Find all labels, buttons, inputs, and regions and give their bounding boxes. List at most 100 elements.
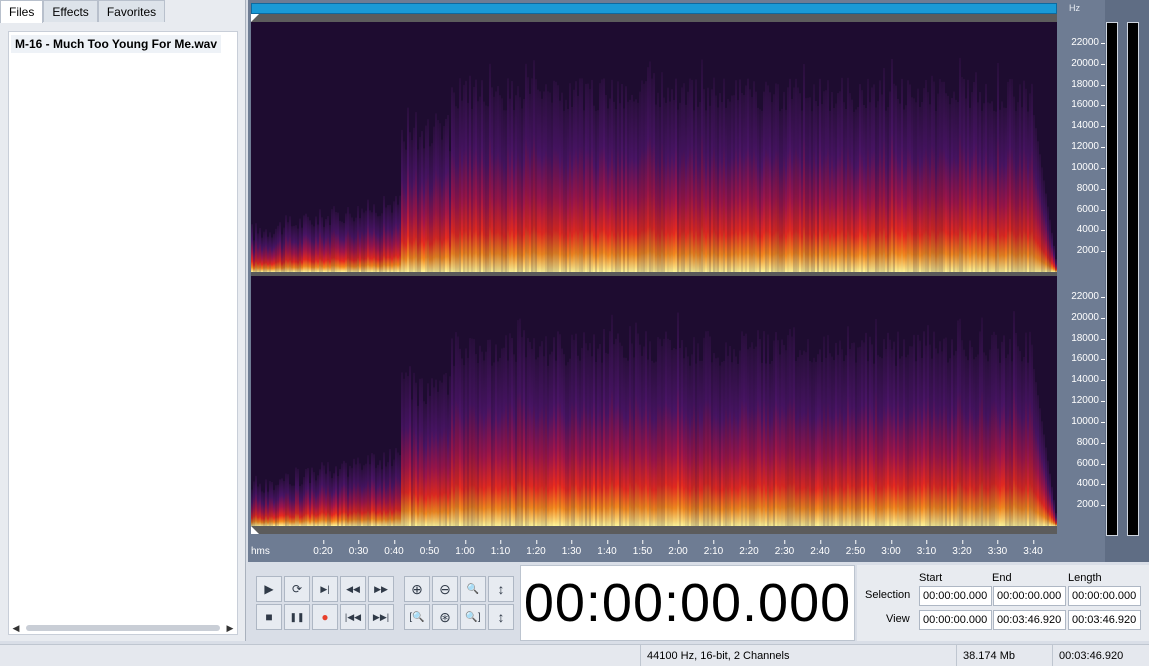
zoom-vertical-icon[interactable]: ↕ [488, 576, 514, 602]
level-meter-right [1127, 22, 1139, 536]
frequency-tick-label: 14000 [1071, 120, 1105, 132]
selection-view-panel: Start End Length Selection View 00:00:00… [857, 565, 1149, 641]
time-tick-label: 3:00 [881, 540, 901, 557]
tab-effects[interactable]: Effects [43, 0, 98, 22]
frequency-tick-label: 22000 [1071, 36, 1105, 48]
frequency-tick-label: 6000 [1076, 203, 1106, 215]
cursor-marker-top[interactable] [251, 14, 259, 22]
loop-button[interactable]: ⟳ [284, 576, 310, 602]
hz-unit-label: Hz [1069, 3, 1080, 13]
frequency-tick-label: 10000 [1071, 415, 1105, 427]
start-header: Start [919, 572, 943, 584]
level-meters [1105, 0, 1149, 562]
time-tick-label: 2:10 [703, 540, 724, 557]
record-button[interactable]: ● [312, 604, 338, 630]
status-size: 38.174 Mb [956, 645, 1048, 666]
overview-bar[interactable] [251, 3, 1057, 14]
zoom-in-icon[interactable]: ⊕ [404, 576, 430, 602]
time-tick-label: 3:20 [952, 540, 972, 557]
file-list-item[interactable]: M-16 - Much Too Young For Me.wav [11, 35, 222, 53]
tab-files[interactable]: Files [0, 0, 44, 23]
frequency-tick-label: 8000 [1076, 436, 1106, 448]
view-start-field[interactable]: 00:00:00.000 [919, 610, 992, 630]
time-tick-label: 3:40 [1023, 540, 1043, 557]
time-tick-label: 2:50 [845, 540, 866, 557]
time-tick-label: 0:50 [419, 540, 440, 557]
selection-label: Selection [865, 589, 911, 601]
play-to-end-button[interactable]: ▶| [312, 576, 338, 602]
frequency-tick-label: 4000 [1076, 224, 1106, 236]
rewind-button[interactable]: ◀◀ [340, 576, 366, 602]
frequency-tick-label: 2000 [1076, 499, 1106, 511]
level-meter-left [1106, 22, 1118, 536]
tab-favorites[interactable]: Favorites [97, 0, 166, 22]
frequency-tick-label: 20000 [1071, 311, 1105, 323]
frequency-tick-label: 16000 [1071, 99, 1105, 111]
scroll-left-icon[interactable]: ◀ [10, 623, 22, 634]
play-button[interactable]: ▶ [256, 576, 282, 602]
zoom-selection-left-icon[interactable]: [🔍 [404, 604, 430, 630]
fast-forward-button[interactable]: ▶▶ [368, 576, 394, 602]
time-tick-label: 1:00 [455, 540, 475, 557]
go-to-end-button[interactable]: ▶▶| [368, 604, 394, 630]
time-axis[interactable]: hms 0:20 0:30 0:40 0:50 1:00 1:10 1:20 1:30 1:40… [248, 540, 1105, 562]
time-tick-label: 1:20 [526, 540, 546, 557]
time-tick-label: 2:00 [668, 540, 688, 557]
horizontal-scrollbar[interactable]: ◀ ▶ [10, 621, 236, 635]
selection-length-field[interactable]: 00:00:00.000 [1068, 586, 1141, 606]
top-ruler[interactable] [251, 14, 1057, 22]
selection-start-field[interactable]: 00:00:00.000 [919, 586, 992, 606]
transport-controls: ▶ ⟳ ▶| ◀◀ ▶▶ ■ ❚❚ ● |◀◀ ▶▶| [252, 572, 396, 632]
frequency-tick-label: 4000 [1076, 478, 1106, 490]
time-tick-label: 3:10 [916, 540, 937, 557]
frequency-axis: Hz 22000 20000 18000 16000 14000 12000 10000 80… [1057, 0, 1106, 534]
view-end-field[interactable]: 00:03:46.920 [993, 610, 1066, 630]
stop-button[interactable]: ■ [256, 604, 282, 630]
view-length-field[interactable]: 00:03:46.920 [1068, 610, 1141, 630]
time-tick-label: 0:20 [313, 540, 333, 557]
zoom-selection-right-icon[interactable]: 🔍] [460, 604, 486, 630]
scrollbar-thumb[interactable] [26, 625, 220, 631]
frequency-tick-label: 16000 [1071, 353, 1105, 365]
time-tick-label: 1:30 [561, 540, 582, 557]
view-label: View [886, 613, 910, 625]
time-tick-label: 1:50 [632, 540, 653, 557]
bottom-ruler[interactable] [251, 526, 1057, 534]
status-bar: 44100 Hz, 16-bit, 2 Channels 38.174 Mb 0… [0, 644, 1149, 666]
waveform-editor: Hz 22000 20000 18000 16000 14000 12000 10000 80… [248, 0, 1149, 562]
go-to-start-button[interactable]: |◀◀ [340, 604, 366, 630]
frequency-tick-label: 12000 [1071, 141, 1105, 152]
frequency-tick-label: 18000 [1071, 78, 1105, 90]
zoom-out-icon[interactable]: ⊖ [432, 576, 458, 602]
frequency-tick-label: 2000 [1076, 245, 1106, 257]
time-tick-label: 3:30 [987, 540, 1008, 557]
time-tick-label: 1:10 [490, 540, 511, 557]
cursor-marker-bottom[interactable] [251, 526, 259, 534]
pause-button[interactable]: ❚❚ [284, 604, 310, 630]
selection-end-field[interactable]: 00:00:00.000 [993, 586, 1066, 606]
zoom-selection-icon[interactable]: ⊛ [432, 604, 458, 630]
frequency-tick-label: 6000 [1076, 457, 1106, 469]
frequency-tick-label: 20000 [1071, 57, 1105, 69]
spectrogram-channel-right[interactable] [251, 276, 1057, 526]
time-tick-label: 0:40 [384, 540, 404, 557]
zoom-vertical-fit-icon[interactable]: ↕ [488, 604, 514, 630]
zoom-controls: ⊕ ⊖ 🔍 ↕ [🔍 ⊛ 🔍] ↕ [400, 572, 516, 632]
time-tick-label: 2:40 [810, 540, 830, 557]
file-list: M-16 - Much Too Young For Me.wav [8, 31, 238, 635]
file-panel: Files Effects Favorites M-16 - Much Too … [0, 0, 246, 641]
zoom-100-icon[interactable]: 🔍 [460, 576, 486, 602]
end-header: End [992, 572, 1012, 584]
spectrogram-channel-left[interactable] [251, 22, 1057, 272]
scroll-right-icon[interactable]: ▶ [224, 623, 236, 634]
frequency-tick-label: 8000 [1076, 182, 1106, 194]
frequency-tick-label: 10000 [1071, 161, 1105, 173]
time-display: 00:00:00.000 [520, 565, 855, 641]
time-tick-label: 2:20 [739, 540, 759, 557]
frequency-tick-label: 18000 [1071, 332, 1105, 344]
status-format: 44100 Hz, 16-bit, 2 Channels [640, 645, 952, 666]
time-tick-label: 2:30 [774, 540, 795, 557]
time-tick-label: 1:40 [597, 540, 617, 557]
panel-tabs: Files Effects Favorites [0, 0, 166, 23]
status-duration: 00:03:46.920 [1052, 645, 1149, 666]
